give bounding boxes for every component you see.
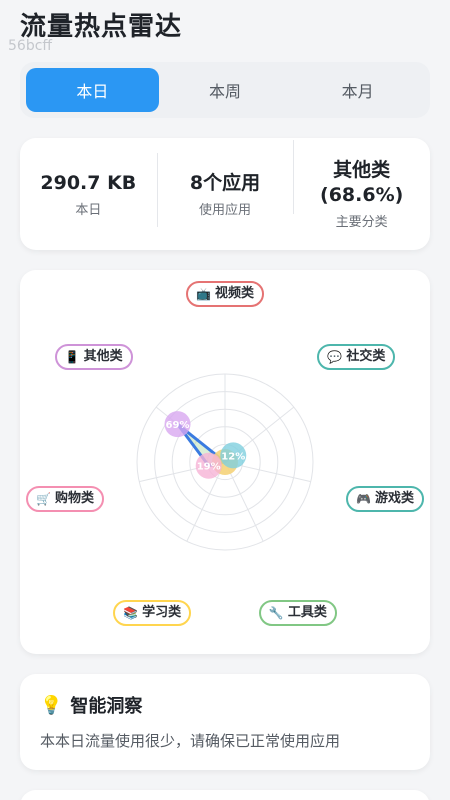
- radar-point-label-3: 12%: [221, 451, 245, 462]
- stat-traffic: 290.7 KB 本日: [20, 171, 157, 218]
- tv-icon: 📺: [196, 287, 211, 301]
- stats-card: 290.7 KB 本日 8个应用 使用应用 其他类 (68.6%) 主要分类: [20, 138, 430, 250]
- tab-day[interactable]: 本日: [26, 68, 159, 112]
- radar-category-4: 🔧 工具类: [258, 600, 337, 627]
- radar-chart: 69% 19%12%: [136, 373, 314, 551]
- lightbulb-icon: 💡: [40, 694, 63, 716]
- stat-category-value: 其他类: [333, 159, 391, 181]
- insight-title: 智能洞察: [70, 696, 143, 717]
- radar-category-3: 🎮 游戏类: [346, 486, 424, 513]
- insight-heading: 💡 智能洞察: [40, 692, 410, 718]
- phone-icon: 📱: [64, 350, 80, 365]
- radar-category-label: 其他类: [83, 349, 123, 365]
- cart-icon: 🛒: [36, 492, 51, 507]
- tab-week[interactable]: 本周: [159, 68, 292, 112]
- speech-bubble-icon: 💬: [327, 350, 343, 365]
- radar-category-label: 游戏类: [374, 491, 414, 507]
- stat-apps-value: 8个应用: [189, 171, 261, 194]
- radar-category-7: 📱 其他类: [54, 344, 133, 371]
- stat-category-label: 主要分类: [335, 215, 388, 230]
- gamepad-icon: 🎮: [356, 492, 371, 507]
- radar-category-1: 📺 视频类: [186, 281, 264, 307]
- stat-category: 其他类 (68.6%) 主要分类: [293, 140, 430, 230]
- radar-category-6: 🛒 购物类: [26, 486, 104, 513]
- radar-category-label: 视频类: [214, 286, 254, 301]
- period-selector: 本日 本周 本月: [20, 62, 430, 118]
- stat-apps-label: 使用应用: [199, 202, 252, 218]
- next-card: [20, 790, 430, 800]
- watermark: 56bcff: [8, 38, 53, 54]
- radar-category-2: 💬 社交类: [317, 344, 396, 371]
- books-icon: 📚: [123, 606, 139, 621]
- radar-category-label: 社交类: [346, 349, 386, 365]
- stat-category-percent: (68.6%): [320, 184, 404, 206]
- stat-traffic-label: 本日: [75, 202, 102, 218]
- insight-card: 💡 智能洞察 本本日流量使用很少，请确保已正常使用应用: [20, 674, 430, 770]
- stat-traffic-value: 290.7 KB: [40, 171, 137, 194]
- radar-point-label-1: 69%: [166, 420, 190, 431]
- stat-apps: 8个应用 使用应用: [156, 152, 294, 227]
- radar-card: 69% 19% 12% 📺 视频类 💬 社交类 🎮 游戏类 🔧 工具类 📚 学习类 🛒 购物类 📱 其他类: [20, 270, 430, 654]
- radar-category-5: 📚 学习类: [113, 600, 192, 627]
- radar-category-label: 购物类: [54, 491, 94, 507]
- radar-category-label: 工具类: [287, 605, 327, 621]
- radar-point-label-2: 19%: [197, 462, 221, 473]
- radar-category-label: 学习类: [142, 605, 182, 621]
- tab-month[interactable]: 本月: [291, 68, 424, 112]
- insight-text: 本本日流量使用很少，请确保已正常使用应用: [40, 732, 341, 750]
- wrench-icon: 🔧: [268, 606, 284, 621]
